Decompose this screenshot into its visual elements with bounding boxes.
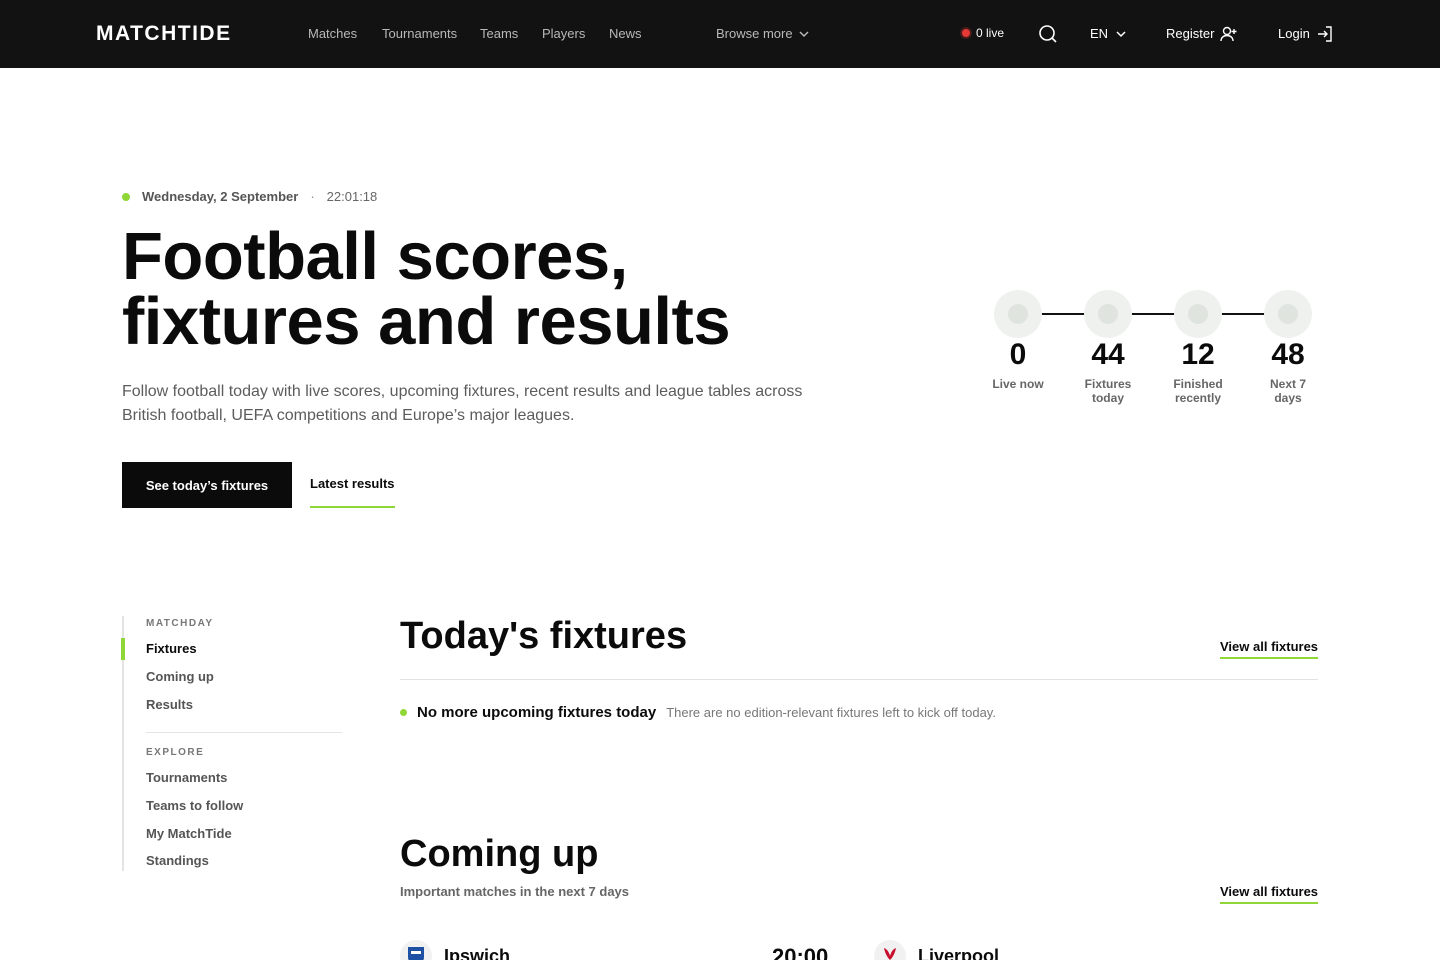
stat-fixtures-today-label: Fixtures today bbox=[1084, 377, 1132, 405]
stat-node-icon bbox=[1084, 290, 1132, 338]
page-title-line-2: fixtures and results bbox=[122, 284, 731, 359]
stats-connector-line bbox=[1018, 313, 1288, 315]
home-team-name: Ipswich bbox=[444, 946, 511, 960]
nav-link-news[interactable]: News bbox=[609, 26, 642, 42]
sidebar-item-my-matchtide[interactable]: My MatchTide bbox=[146, 826, 232, 842]
page-title-line-1: Football scores, bbox=[122, 219, 628, 294]
stat-node-icon bbox=[1174, 290, 1222, 338]
sidebar-active-indicator bbox=[121, 638, 125, 660]
live-indicator[interactable]: 0 live bbox=[962, 25, 1004, 41]
sidebar-item-coming-up[interactable]: Coming up bbox=[146, 669, 214, 685]
stat-live-now-value: 0 bbox=[1009, 338, 1027, 371]
hero-date: Wednesday, 2 September bbox=[142, 189, 299, 204]
top-navigation: MATCHTIDE Matches Tournaments Teams Play… bbox=[0, 0, 1440, 68]
stat-node-icon bbox=[1264, 290, 1312, 338]
home-team: Ipswich bbox=[400, 940, 510, 960]
sidebar-divider bbox=[146, 732, 342, 733]
sidebar-item-standings[interactable]: Standings bbox=[146, 853, 209, 869]
search-icon[interactable] bbox=[1038, 24, 1058, 44]
meta-separator: · bbox=[310, 189, 315, 204]
hero-clock: 22:01:18 bbox=[326, 189, 378, 204]
away-team-name: Liverpool bbox=[918, 946, 1000, 960]
language-selector[interactable]: EN bbox=[1090, 26, 1126, 42]
sidebar-heading-explore: EXPLORE bbox=[146, 747, 205, 758]
empty-state-description: There are no edition-relevant fixtures l… bbox=[666, 705, 996, 720]
stat-node-icon bbox=[994, 290, 1042, 338]
login-button[interactable]: Login bbox=[1278, 25, 1334, 43]
sign-in-icon bbox=[1317, 26, 1332, 42]
section-divider bbox=[400, 679, 1318, 680]
todays-fixtures-title: Today's fixtures bbox=[400, 615, 688, 657]
sidebar-item-teams-to-follow[interactable]: Teams to follow bbox=[146, 798, 243, 814]
browse-more-label: Browse more bbox=[716, 26, 793, 41]
stat-live-now-label: Live now bbox=[992, 377, 1044, 391]
team-crest-icon bbox=[874, 940, 906, 960]
sidebar-heading-matchday: MATCHDAY bbox=[146, 618, 214, 629]
latest-results-link[interactable]: Latest results bbox=[310, 476, 395, 508]
live-count: 0 live bbox=[976, 26, 1005, 40]
stat-next-7-days-label: Next 7 days bbox=[1269, 377, 1307, 405]
empty-state-title: No more upcoming fixtures today bbox=[417, 704, 657, 721]
nav-link-teams[interactable]: Teams bbox=[480, 26, 518, 42]
chevron-down-icon bbox=[1116, 31, 1126, 38]
away-team: Liverpool bbox=[874, 940, 999, 960]
view-all-fixtures-link[interactable]: View all fixtures bbox=[1220, 884, 1319, 904]
see-todays-fixtures-button[interactable]: See today’s fixtures bbox=[122, 462, 292, 508]
nav-link-tournaments[interactable]: Tournaments bbox=[382, 26, 457, 42]
stat-fixtures-today-value: 44 bbox=[1091, 338, 1125, 371]
stat-finished-value: 12 bbox=[1181, 338, 1215, 371]
register-button[interactable]: Register bbox=[1166, 25, 1238, 43]
status-dot-icon bbox=[400, 709, 407, 716]
stat-next-7-days-value: 48 bbox=[1271, 338, 1305, 371]
browse-more-dropdown[interactable]: Browse more bbox=[716, 26, 809, 42]
sidebar-item-tournaments[interactable]: Tournaments bbox=[146, 770, 227, 786]
coming-up-subtitle: Important matches in the next 7 days bbox=[400, 884, 630, 899]
site-logo[interactable]: MATCHTIDE bbox=[96, 22, 232, 46]
stat-finished-label: Finished recently bbox=[1173, 377, 1223, 405]
hero-datetime: Wednesday, 2 September · 22:01:18 bbox=[122, 189, 377, 205]
page-title: Football scores, fixtures and results bbox=[122, 223, 882, 355]
coming-up-title: Coming up bbox=[400, 833, 599, 875]
status-dot-icon bbox=[122, 193, 130, 201]
chevron-down-icon bbox=[799, 31, 809, 38]
login-label: Login bbox=[1278, 26, 1310, 41]
view-all-fixtures-link[interactable]: View all fixtures bbox=[1220, 639, 1319, 659]
add-user-icon bbox=[1220, 26, 1237, 42]
sidebar-item-results[interactable]: Results bbox=[146, 697, 193, 713]
empty-state: No more upcoming fixtures today There ar… bbox=[400, 704, 996, 721]
nav-link-players[interactable]: Players bbox=[542, 26, 585, 42]
kickoff-time: 20:00 bbox=[772, 944, 829, 960]
register-label: Register bbox=[1166, 26, 1215, 41]
team-crest-icon bbox=[400, 940, 432, 960]
sidebar-item-fixtures[interactable]: Fixtures bbox=[146, 641, 197, 657]
nav-link-matches[interactable]: Matches bbox=[308, 26, 357, 42]
language-label: EN bbox=[1090, 26, 1109, 41]
live-dot-icon bbox=[962, 29, 970, 37]
hero-description: Follow football today with live scores, … bbox=[122, 383, 803, 424]
